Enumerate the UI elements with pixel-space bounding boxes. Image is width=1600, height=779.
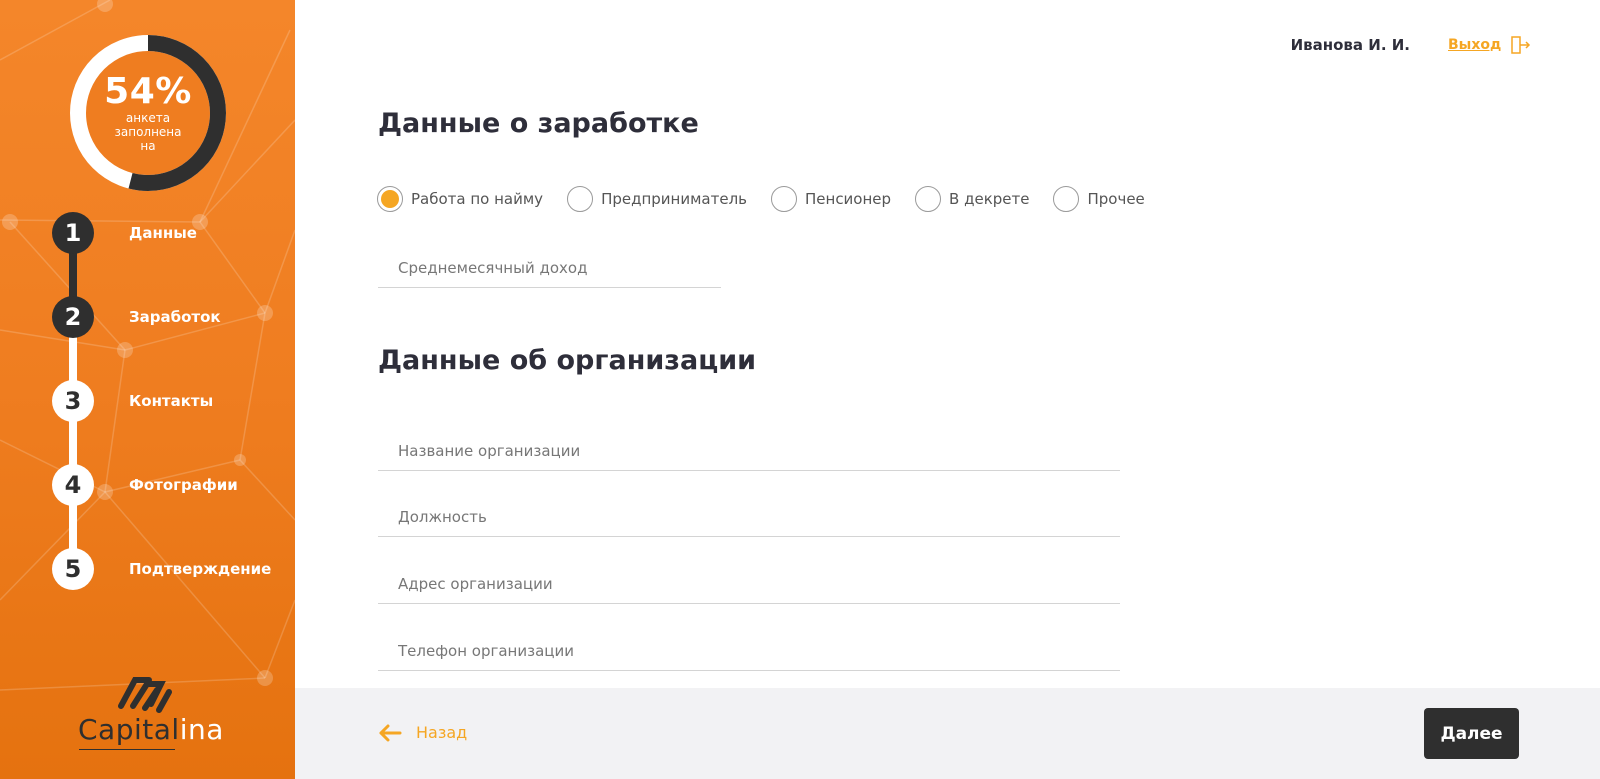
logout-button[interactable]: Выход bbox=[1448, 36, 1531, 54]
logout-icon[interactable] bbox=[1511, 36, 1531, 54]
logout-link[interactable]: Выход bbox=[1448, 37, 1501, 53]
organization-phone-input[interactable] bbox=[378, 631, 1120, 671]
step-number: 1 bbox=[52, 212, 94, 254]
position-field[interactable] bbox=[378, 497, 1120, 537]
organization-name-input[interactable] bbox=[378, 431, 1120, 471]
radio-label[interactable]: Работа по найму bbox=[411, 190, 543, 208]
step-number: 3 bbox=[52, 380, 94, 422]
step-connector-todo bbox=[69, 336, 77, 572]
radio-button-selected[interactable] bbox=[377, 186, 403, 212]
organization-address-field[interactable] bbox=[378, 564, 1120, 604]
radio-label[interactable]: Предприниматель bbox=[601, 190, 747, 208]
progress-percent: 54% bbox=[104, 71, 192, 112]
step-label: Подтверждение bbox=[129, 560, 272, 578]
radio-button[interactable] bbox=[915, 186, 942, 212]
step-label: Контакты bbox=[129, 392, 214, 410]
step-earnings[interactable]: 2 Заработок bbox=[52, 296, 221, 338]
organization-phone-field[interactable] bbox=[378, 631, 1120, 671]
user-name: Иванова И. И. bbox=[1290, 36, 1410, 54]
radio-label[interactable]: Прочее bbox=[1087, 190, 1144, 208]
radio-employment-entrepreneur[interactable]: Предприниматель bbox=[567, 186, 747, 212]
back-button[interactable]: Назад bbox=[378, 723, 467, 742]
sidebar: 54% анкета заполнена на 1 Данные 2 Зараб… bbox=[0, 0, 295, 779]
radio-button[interactable] bbox=[1053, 186, 1080, 212]
radio-label[interactable]: Пенсионер bbox=[805, 190, 891, 208]
step-number: 4 bbox=[52, 464, 94, 506]
step-confirmation[interactable]: 5 Подтверждение bbox=[52, 548, 271, 590]
progress-caption: анкета заполнена на bbox=[114, 111, 182, 153]
employment-type-radio-group: Работа по найму Предприниматель Пенсионе… bbox=[377, 186, 1169, 212]
next-button[interactable]: Далее bbox=[1424, 708, 1519, 759]
footer-bar bbox=[295, 688, 1600, 779]
organization-address-input[interactable] bbox=[378, 564, 1120, 604]
radio-employment-hired[interactable]: Работа по найму bbox=[377, 186, 543, 212]
arrow-left-icon[interactable] bbox=[378, 724, 402, 742]
radio-button[interactable] bbox=[567, 186, 594, 212]
radio-employment-maternity[interactable]: В декрете bbox=[915, 186, 1029, 212]
step-contacts[interactable]: 3 Контакты bbox=[52, 380, 213, 422]
radio-employment-pensioner[interactable]: Пенсионер bbox=[771, 186, 891, 212]
monthly-income-input[interactable] bbox=[378, 248, 721, 288]
radio-button[interactable] bbox=[771, 186, 797, 212]
step-photos[interactable]: 4 Фотографии bbox=[52, 464, 238, 506]
step-number: 5 bbox=[52, 548, 94, 590]
logo-text-light: ina bbox=[179, 713, 224, 746]
logo-text-dark: Capital bbox=[78, 713, 180, 746]
monthly-income-field[interactable] bbox=[378, 248, 721, 288]
radio-label[interactable]: В декрете bbox=[949, 190, 1029, 208]
position-input[interactable] bbox=[378, 497, 1120, 537]
radio-employment-other[interactable]: Прочее bbox=[1053, 186, 1145, 212]
step-label: Данные bbox=[129, 224, 197, 242]
organization-name-field[interactable] bbox=[378, 431, 1120, 471]
logo-underline bbox=[79, 749, 175, 750]
logo-wordmark: Capitalina bbox=[78, 713, 224, 746]
income-section-title: Данные о заработке bbox=[378, 108, 699, 139]
organization-section-title: Данные об организации bbox=[378, 345, 757, 376]
back-label[interactable]: Назад bbox=[416, 723, 467, 742]
step-label: Фотографии bbox=[129, 476, 238, 494]
step-data[interactable]: 1 Данные bbox=[52, 212, 197, 254]
step-label: Заработок bbox=[129, 308, 221, 326]
step-number: 2 bbox=[52, 296, 94, 338]
progress-indicator: 54% анкета заполнена на bbox=[66, 31, 230, 195]
